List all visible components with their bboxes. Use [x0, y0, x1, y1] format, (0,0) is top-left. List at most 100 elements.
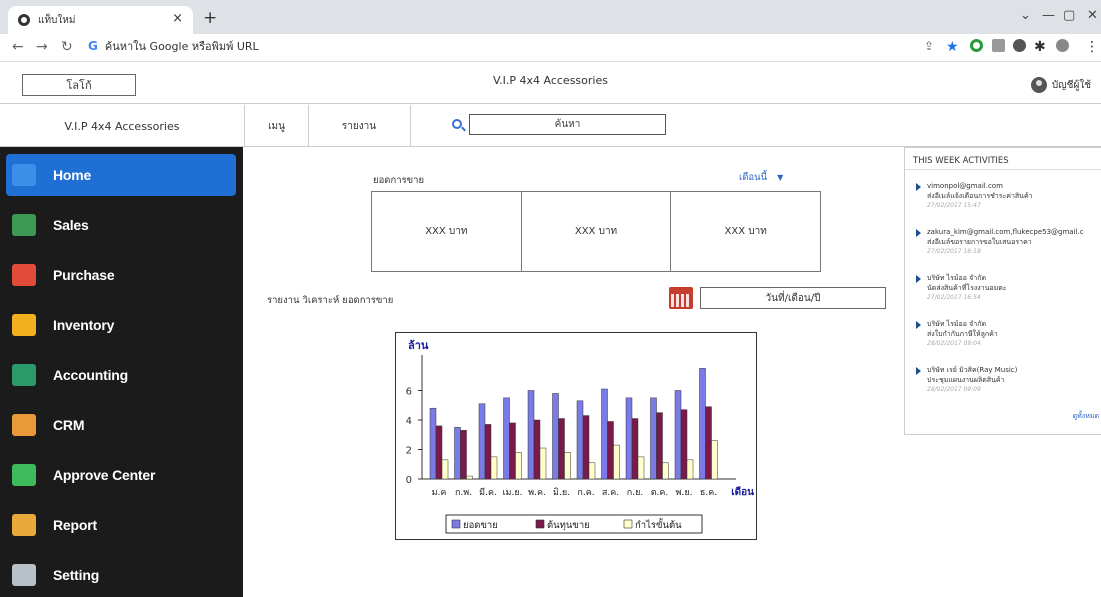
- period-value: เดือนนี้: [739, 172, 768, 183]
- kebab-menu-icon[interactable]: ⋮: [1085, 39, 1099, 55]
- activity-item[interactable]: บริษัท ไรม์ออ จำกัดส่งใบกำกับภาษีให้ลูกค…: [905, 319, 1101, 349]
- browser-tab[interactable]: แท็บใหม่ ×: [8, 6, 193, 34]
- report-tab[interactable]: รายงาน: [308, 105, 410, 147]
- activity-item[interactable]: vimonpol@gmail.com ส่งอีเมล์แจ้งเตือนการช…: [905, 181, 1101, 211]
- activity-who: บริษัท เรย์ มิวสิค(Ray Music): [927, 366, 1018, 374]
- search-icon[interactable]: [452, 119, 462, 129]
- home-icon: [12, 164, 36, 186]
- sidebar-item-purchase[interactable]: Purchase: [6, 254, 236, 296]
- x-tick-label: มี.ค.: [479, 487, 497, 498]
- sub-nav: V.I.P 4x4 Accessories เมนู รายงาน ค้นหา: [0, 105, 1101, 147]
- activity-time: 27/02/2017 15:47: [927, 202, 981, 209]
- sidebar-item-crm[interactable]: CRM: [6, 404, 236, 446]
- sidebar-item-home[interactable]: Home: [6, 154, 236, 196]
- report-icon: [12, 514, 36, 536]
- sales-chart: ล้าน 0 2 4 6 ม.ค ก.พ. มี.ค. เม.ย. พ.ค. มิ.ย. ก.ค. ส.…: [395, 332, 757, 540]
- activity-what: ส่งใบกำกับภาษีให้ลูกค้า: [927, 330, 998, 338]
- sidebar-item-label: Report: [53, 517, 97, 533]
- activity-time: 27/02/2017 16:54: [927, 294, 981, 301]
- star-icon[interactable]: ★: [946, 39, 959, 55]
- activity-item[interactable]: บริษัท เรย์ มิวสิค(Ray Music) ประชุมแผนงา…: [905, 365, 1101, 395]
- activities-title: THIS WEEK ACTIVITIES: [905, 148, 1101, 170]
- share-icon[interactable]: ⇪: [924, 39, 934, 53]
- activity-what: ประชุมแผนงานผลิตสินค้า: [927, 376, 1005, 384]
- legend-label: ต้นทุนขาย: [547, 520, 590, 531]
- menu-tab[interactable]: เมนู: [245, 105, 308, 147]
- bar: [674, 390, 682, 480]
- bar: [466, 475, 473, 480]
- forward-icon[interactable]: →: [36, 39, 48, 55]
- check-icon: [12, 464, 36, 486]
- bar: [637, 456, 645, 480]
- extension-dark-icon[interactable]: [1013, 39, 1026, 52]
- new-tab-button[interactable]: +: [203, 8, 217, 28]
- bar: [705, 406, 712, 480]
- activity-item[interactable]: zakura_kim@gmail.com,flukecpe53@gmail.c ส…: [905, 227, 1101, 257]
- sidebar-item-setting[interactable]: Setting: [6, 554, 236, 596]
- x-tick-label: ส.ค.: [602, 488, 619, 498]
- bar: [711, 440, 718, 480]
- restore-icon[interactable]: ▢: [1063, 8, 1075, 23]
- extension-grey-icon[interactable]: [992, 39, 1005, 52]
- arrow-right-icon: [916, 183, 921, 191]
- tab-search-icon[interactable]: ⌄: [1020, 8, 1031, 23]
- sidebar: Home Sales Purchase Inventory Accounting CRM A…: [0, 147, 243, 597]
- bar: [686, 459, 694, 480]
- bar: [564, 452, 571, 480]
- bar: [454, 427, 461, 480]
- bar: [576, 400, 584, 480]
- minimize-icon[interactable]: —: [1042, 8, 1055, 23]
- user-account[interactable]: บัญชีผู้ใช้: [1030, 77, 1091, 93]
- period-select[interactable]: เดือนนี้ ▼: [739, 170, 783, 185]
- bar: [607, 421, 614, 480]
- search-input[interactable]: ค้นหา: [469, 114, 666, 135]
- report-label: รายงาน วิเคราะห์ ยอดการขาย: [267, 295, 394, 306]
- close-window-icon[interactable]: ✕: [1087, 8, 1098, 23]
- kpi-cell: XXX บาท: [522, 192, 672, 271]
- date-input[interactable]: วันที่/เดือน/ปี: [700, 287, 886, 309]
- activities-panel: THIS WEEK ACTIVITIES ดูทั้งหมด vimonpol@…: [904, 147, 1101, 435]
- arrow-right-icon: [916, 321, 921, 329]
- sidebar-item-accounting[interactable]: Accounting: [6, 354, 236, 396]
- profile-icon[interactable]: [1056, 39, 1069, 52]
- sidebar-item-label: CRM: [53, 417, 85, 433]
- money-icon: [12, 214, 36, 236]
- puzzle-icon[interactable]: ✱: [1034, 39, 1046, 55]
- sidebar-item-sales[interactable]: Sales: [6, 204, 236, 246]
- user-label: บัญชีผู้ใช้: [1051, 79, 1091, 91]
- x-tick-label: มิ.ย.: [553, 487, 570, 498]
- bar: [515, 452, 522, 480]
- tab-title: แท็บใหม่: [38, 14, 76, 26]
- sidebar-item-report[interactable]: Report: [6, 504, 236, 546]
- x-tick-label: ก.ย.: [627, 488, 644, 498]
- extension-green-icon[interactable]: [970, 39, 983, 52]
- bar: [656, 412, 663, 480]
- activity-who: บริษัท ไรม์ออ จำกัด: [927, 320, 987, 328]
- chevron-down-icon: ▼: [777, 173, 784, 182]
- back-icon[interactable]: ←: [12, 39, 24, 55]
- activity-item[interactable]: บริษัท ไรม์ออ จำกัด นัดส่งสินค้าที่โรงงาน…: [905, 273, 1101, 303]
- bar: [582, 415, 590, 480]
- sales-label: ยอดการขาย: [373, 175, 425, 186]
- bar: [539, 447, 547, 480]
- x-tick-label: เม.ย.: [502, 488, 522, 498]
- chart-title: ล้าน: [408, 339, 429, 352]
- cart-icon: [12, 264, 36, 286]
- browser-tab-bar: แท็บใหม่ × + ⌄ — ▢ ✕: [0, 0, 1101, 34]
- tab-close-icon[interactable]: ×: [172, 11, 183, 26]
- calendar-icon[interactable]: [669, 287, 693, 309]
- divider: [410, 105, 411, 147]
- reload-icon[interactable]: ↻: [61, 39, 73, 55]
- bar: [503, 397, 510, 480]
- sidebar-item-label: Home: [53, 167, 92, 183]
- sidebar-item-approve-center[interactable]: Approve Center: [6, 454, 236, 496]
- view-all-link[interactable]: ดูทั้งหมด: [1073, 411, 1099, 422]
- omnibox[interactable]: G ค้นหาใน Google หรือพิมพ์ URL: [88, 37, 259, 55]
- bar: [441, 459, 449, 480]
- arrow-right-icon: [916, 367, 921, 375]
- brand-label: V.I.P 4x4 Accessories: [0, 105, 245, 147]
- arrow-right-icon: [916, 275, 921, 283]
- bar: [588, 462, 596, 480]
- sidebar-item-inventory[interactable]: Inventory: [6, 304, 236, 346]
- google-icon: G: [88, 39, 98, 53]
